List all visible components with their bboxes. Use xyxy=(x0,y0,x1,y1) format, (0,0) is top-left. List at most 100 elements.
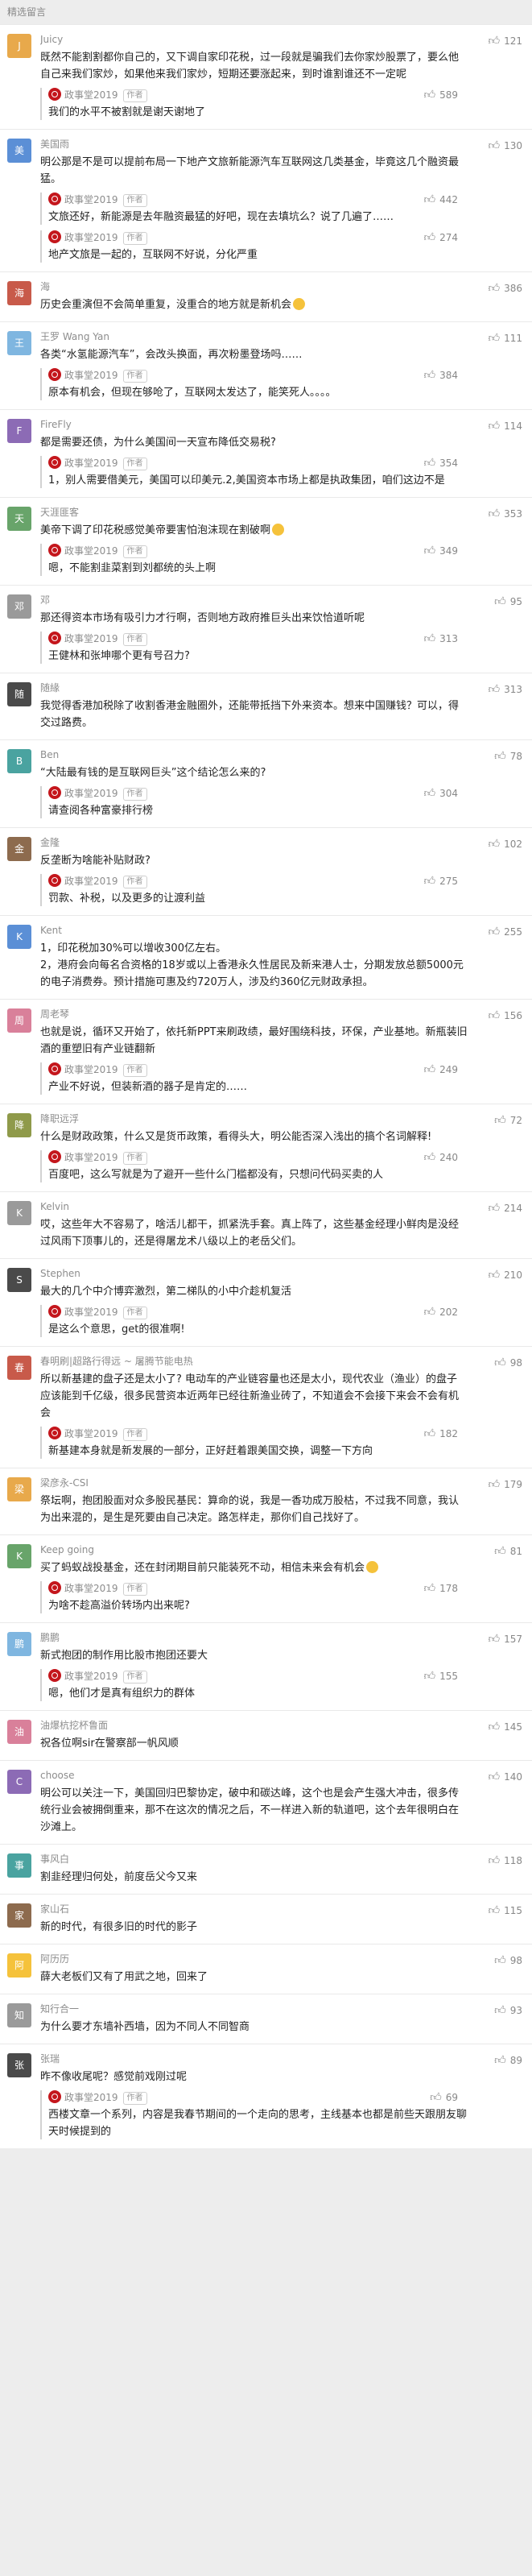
reply-like-button[interactable]: 👍︎ 304 xyxy=(423,786,458,801)
commenter-name[interactable]: 家山石 xyxy=(40,1903,468,1916)
avatar[interactable]: 天 xyxy=(7,507,31,531)
avatar[interactable]: 梁 xyxy=(7,1477,31,1501)
reply-like-count: 304 xyxy=(439,788,458,799)
author-logo-icon xyxy=(48,368,61,381)
reply-author-name: 政事堂2019 xyxy=(64,788,118,799)
avatar[interactable]: K xyxy=(7,1201,31,1225)
reply-like-button[interactable]: 👍︎ 202 xyxy=(423,1305,458,1319)
reply-body: 政事堂2019 作者 👍︎ 354 1，别人需要借美元，美国可以印美元.2,美国资本市场… xyxy=(40,455,468,489)
avatar[interactable]: 知 xyxy=(7,2003,31,2027)
reply-like-button[interactable]: 👍︎ 354 xyxy=(423,456,458,470)
smile-emoji-icon xyxy=(366,1561,379,1573)
commenter-name[interactable]: 春明刷|超路行得远 ~ 屠腾节能电热 xyxy=(40,1355,468,1369)
avatar[interactable]: 金 xyxy=(7,837,31,861)
comment-text: 什么是财政政策，什么又是货币政策，看得头大，明公能否深入浅出的搞个名词解释! xyxy=(40,1131,432,1143)
reply-like-button[interactable]: 👍︎ 313 xyxy=(423,632,458,646)
avatar[interactable]: 美 xyxy=(7,139,31,163)
author-reply: 政事堂2019 作者 👍︎ 354 1，别人需要借美元，美国可以印美元.2,美国资本市场… xyxy=(0,455,532,489)
reply-like-button[interactable]: 👍︎ 349 xyxy=(423,544,458,558)
commenter-name[interactable]: 事风白 xyxy=(40,1853,468,1866)
avatar[interactable]: 海 xyxy=(7,281,31,305)
comment-main: 邓邓那还得资本市场有吸引力才行啊，否则地方政府推巨头出来饮恰道听呢 xyxy=(0,594,532,627)
commenter-name[interactable]: 油爆杭挖杯鲁面 xyxy=(40,1719,468,1733)
avatar[interactable]: 阿 xyxy=(7,1953,31,1978)
reply-author-name: 政事堂2019 xyxy=(64,232,118,243)
avatar[interactable]: C xyxy=(7,1770,31,1794)
reply-like-button[interactable]: 👍︎ 240 xyxy=(423,1150,458,1165)
avatar[interactable]: 降 xyxy=(7,1113,31,1137)
avatar[interactable]: 张 xyxy=(7,2053,31,2077)
reply-like-button[interactable]: 👍︎ 275 xyxy=(423,874,458,888)
commenter-name[interactable]: 金隆 xyxy=(40,836,468,850)
commenter-name[interactable]: Stephen xyxy=(40,1267,468,1281)
avatar[interactable]: 随 xyxy=(7,682,31,706)
comment-item: 👍︎ 95 邓邓那还得资本市场有吸引力才行啊，否则地方政府推巨头出来饮恰道听呢 政事堂… xyxy=(0,585,532,673)
reply-like-button[interactable]: 👍︎ 69 xyxy=(430,2090,458,2105)
avatar[interactable]: J xyxy=(7,34,31,58)
commenter-name[interactable]: 鹏鹏 xyxy=(40,1631,468,1645)
avatar[interactable]: 鹏 xyxy=(7,1632,31,1656)
commenter-name[interactable]: 海 xyxy=(40,280,468,294)
comment-text: 昨不像收尾呢？感觉前戏刚过呢 xyxy=(40,2071,188,2083)
avatar[interactable]: 邓 xyxy=(7,594,31,619)
author-logo-icon xyxy=(48,193,61,205)
author-reply: 政事堂2019 作者 👍︎ 442 文旅还好，新能源是去年融资最猛的好吧，现在去填坑么？… xyxy=(0,192,532,226)
reply-header: 政事堂2019 作者 👍︎ 384 xyxy=(48,367,468,383)
reply-like-button[interactable]: 👍︎ 155 xyxy=(423,1669,458,1684)
thumbs-up-icon: 👍︎ xyxy=(423,457,436,470)
reply-like-button[interactable]: 👍︎ 442 xyxy=(423,193,458,207)
reply-like-count: 274 xyxy=(439,232,458,243)
commenter-name[interactable]: choose xyxy=(40,1769,468,1783)
avatar[interactable]: K xyxy=(7,925,31,949)
avatar[interactable]: F xyxy=(7,419,31,443)
commenter-name[interactable]: FireFly xyxy=(40,418,468,432)
reply-like-button[interactable]: 👍︎ 249 xyxy=(423,1062,458,1077)
thumbs-up-icon: 👍︎ xyxy=(423,632,436,645)
comment-main: 随随緣 我觉得香港加税除了收割香港金融圈外，还能带抵挡下外来资本。想来中国赚钱？可… xyxy=(0,681,532,731)
reply-like-count: 240 xyxy=(439,1152,458,1163)
thumbs-up-icon: 👍︎ xyxy=(423,231,436,244)
reply-body: 政事堂2019 作者 👍︎ 178 为啥不趁高溢价转场内出来呢? xyxy=(40,1580,468,1614)
comment-text: 既然不能割割都你自己的，又下调自家印花税，过一段就是骗我们去你家炒股票了，要么他… xyxy=(40,52,460,81)
commenter-name[interactable]: 知行合一 xyxy=(40,2002,468,2016)
reply-header: 政事堂2019 作者 👍︎ 275 xyxy=(48,873,468,888)
comment-item: 👍︎ 214 K Kelvin 哎，这些年大不容易了，啥活儿都干，抓紧洗手套。真上阵了，… xyxy=(0,1191,532,1258)
avatar[interactable]: 王 xyxy=(7,331,31,355)
commenter-name[interactable]: Juicy xyxy=(40,33,468,47)
comment-main: 家家山石 新的时代，有很多旧的时代的影子 xyxy=(0,1903,532,1936)
reply-like-count: 589 xyxy=(439,89,458,101)
reply-author-name: 政事堂2019 xyxy=(64,633,118,644)
reply-header: 政事堂2019 作者 👍︎ 274 xyxy=(48,230,468,245)
comment-item: 👍︎ 72 降降职远浮 什么是财政政策，什么又是货币政策，看得头大，明公能否深入浅出的… xyxy=(0,1104,532,1191)
avatar[interactable]: 周 xyxy=(7,1008,31,1033)
commenter-name[interactable]: 美国雨 xyxy=(40,138,468,151)
commenter-name[interactable]: Kelvin xyxy=(40,1200,468,1214)
author-tag-badge: 作者 xyxy=(122,633,147,646)
avatar[interactable]: 家 xyxy=(7,1903,31,1928)
avatar[interactable]: 油 xyxy=(7,1720,31,1744)
commenter-name[interactable]: 阿历历 xyxy=(40,1953,468,1966)
avatar[interactable]: B xyxy=(7,749,31,773)
reply-like-button[interactable]: 👍︎ 589 xyxy=(423,88,458,102)
commenter-name[interactable]: Kent xyxy=(40,924,468,938)
reply-like-button[interactable]: 👍︎ 178 xyxy=(423,1581,458,1596)
commenter-name[interactable]: 周老琴 xyxy=(40,1008,468,1021)
commenter-name[interactable]: 天涯匪客 xyxy=(40,506,468,520)
commenter-name[interactable]: 王罗 Wang Yan xyxy=(40,330,468,344)
commenter-name[interactable]: 随緣 xyxy=(40,681,468,695)
commenter-name[interactable]: Ben xyxy=(40,748,468,762)
thumbs-up-icon: 👍︎ xyxy=(423,787,436,800)
commenter-name[interactable]: 邓 xyxy=(40,594,468,607)
reply-like-button[interactable]: 👍︎ 274 xyxy=(423,230,458,245)
thumbs-up-icon: 👍︎ xyxy=(430,2091,442,2104)
reply-like-button[interactable]: 👍︎ 182 xyxy=(423,1427,458,1441)
avatar[interactable]: K xyxy=(7,1544,31,1568)
commenter-name[interactable]: Keep going xyxy=(40,1543,468,1557)
reply-like-button[interactable]: 👍︎ 384 xyxy=(423,368,458,383)
avatar[interactable]: S xyxy=(7,1268,31,1292)
avatar[interactable]: 春 xyxy=(7,1356,31,1380)
commenter-name[interactable]: 张瑞 xyxy=(40,2052,468,2066)
avatar[interactable]: 事 xyxy=(7,1853,31,1878)
commenter-name[interactable]: 降职远浮 xyxy=(40,1112,468,1126)
commenter-name[interactable]: 梁彦永-CSI xyxy=(40,1476,468,1490)
